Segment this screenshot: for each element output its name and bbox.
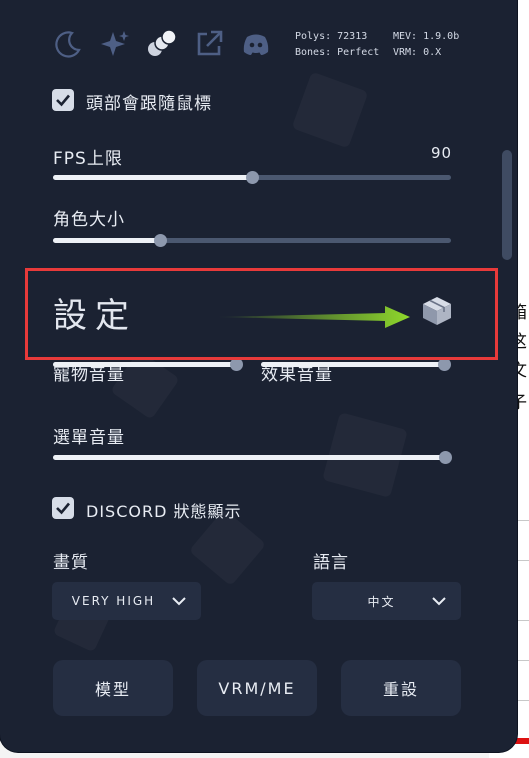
chevron-down-icon <box>172 597 186 606</box>
mev-version: MEV: 1.9.0b <box>393 31 460 42</box>
size-slider-thumb[interactable] <box>154 234 168 247</box>
scrollbar[interactable] <box>502 150 512 260</box>
size-label: 角色大小 <box>53 210 125 230</box>
fps-slider[interactable] <box>53 171 451 184</box>
settings-title: 設定 <box>53 296 137 336</box>
discord-status-checkbox[interactable] <box>52 497 74 519</box>
model-button[interactable]: 模型 <box>53 660 173 716</box>
check-icon <box>56 94 70 107</box>
coins-icon[interactable] <box>146 28 178 60</box>
reset-button[interactable]: 重設 <box>341 660 461 716</box>
language-select[interactable]: 中文 <box>312 582 461 620</box>
check-icon <box>56 502 70 515</box>
size-slider-fill <box>53 238 161 243</box>
arrow-icon <box>215 306 410 328</box>
chevron-down-icon <box>432 597 446 606</box>
menu-volume-slider-thumb[interactable] <box>439 451 452 464</box>
effect-volume-slider[interactable] <box>261 358 451 371</box>
fps-label: FPS上限 <box>53 149 123 169</box>
discord-icon[interactable] <box>240 28 272 60</box>
polys-count: Polys: 72313 <box>295 31 368 42</box>
language-label: 語言 <box>313 553 349 573</box>
pet-volume-slider[interactable] <box>53 358 243 371</box>
size-slider[interactable] <box>53 234 451 247</box>
menu-volume-slider[interactable] <box>53 451 452 464</box>
box-icon <box>423 297 451 325</box>
sparkles-icon[interactable] <box>99 28 131 60</box>
vrm-version: VRM: 0.X <box>393 47 442 58</box>
effect-volume-slider-fill <box>261 362 444 367</box>
background-cube <box>292 72 369 149</box>
head-follow-label: 頭部會跟隨鼠標 <box>86 94 212 114</box>
toolbar <box>52 28 272 60</box>
vrm-me-button[interactable]: VRM/ME <box>197 660 317 716</box>
moon-icon[interactable] <box>52 28 84 60</box>
bones-status: Bones: Perfect <box>295 47 380 58</box>
fps-slider-thumb[interactable] <box>246 171 259 184</box>
menu-volume-slider-fill <box>53 455 445 460</box>
external-link-icon[interactable] <box>193 28 225 60</box>
pet-volume-slider-fill <box>53 362 236 367</box>
menu-volume-label: 選單音量 <box>53 428 125 448</box>
quality-value: VERY HIGH <box>71 594 156 608</box>
discord-status-label: DISCORD 狀態顯示 <box>86 502 242 521</box>
quality-label: 畫質 <box>53 553 89 573</box>
version-stats: MEV: 1.9.0b VRM: 0.X <box>393 29 459 61</box>
model-stats: Polys: 72313 Bones: Perfect <box>295 29 379 61</box>
quality-select[interactable]: VERY HIGH <box>52 582 201 620</box>
settings-panel: Polys: 72313 Bones: Perfect MEV: 1.9.0b … <box>0 0 517 752</box>
fps-value: 90 <box>431 144 453 162</box>
language-value: 中文 <box>367 594 396 609</box>
head-follow-checkbox[interactable] <box>52 89 74 111</box>
fps-slider-fill <box>53 175 252 180</box>
